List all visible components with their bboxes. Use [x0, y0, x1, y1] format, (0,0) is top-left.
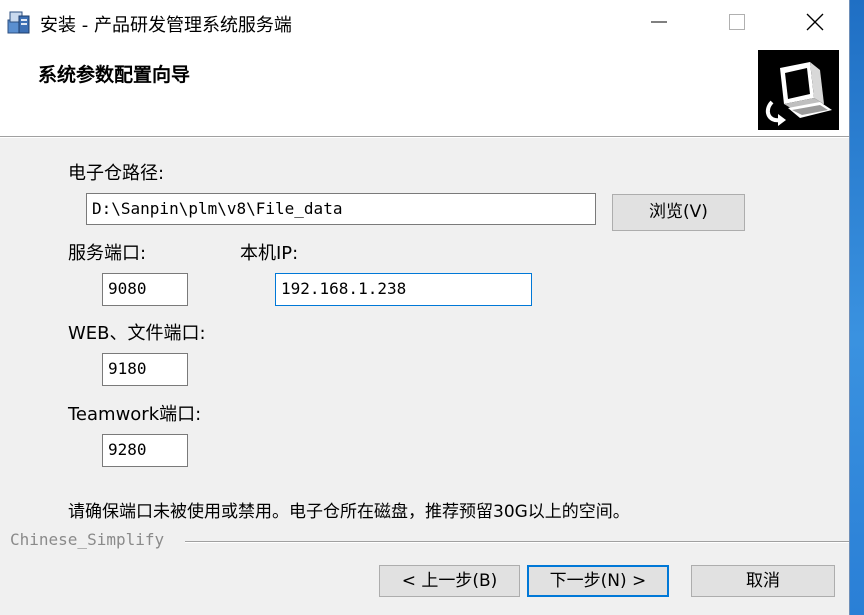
installer-window: 安装 - 产品研发管理系统服务端 系统参数配置向导 电子仓路径: D:\Sanp… — [0, 0, 850, 615]
cancel-button[interactable]: 取消 — [691, 565, 835, 597]
local-ip-input[interactable]: 192.168.1.238 — [275, 273, 532, 306]
close-icon — [806, 13, 824, 31]
divider-line — [185, 541, 849, 543]
vault-path-input[interactable]: D:\Sanpin\plm\v8\File_data — [86, 193, 596, 225]
service-port-input[interactable]: 9080 — [102, 273, 188, 306]
back-button[interactable]: < 上一步(B) — [379, 565, 520, 597]
window-title: 安装 - 产品研发管理系统服务端 — [40, 15, 292, 36]
wizard-header: 系统参数配置向导 — [0, 44, 849, 136]
service-port-label: 服务端口: — [68, 243, 147, 264]
port-disk-notice: 请确保端口未被使用或禁用。电子仓所在磁盘，推荐预留30G以上的空间。 — [68, 502, 630, 522]
minimize-button[interactable] — [630, 0, 688, 44]
web-port-label: WEB、文件端口: — [68, 323, 206, 344]
maximize-button[interactable] — [708, 0, 766, 44]
maximize-icon — [729, 14, 745, 30]
vault-path-label: 电子仓路径: — [68, 163, 165, 184]
close-button[interactable] — [786, 0, 844, 44]
desktop-background — [850, 0, 864, 615]
page-title: 系统参数配置向导 — [38, 64, 191, 86]
language-divider: Chinese_Simplify — [0, 530, 849, 550]
teamwork-port-label: Teamwork端口: — [68, 404, 202, 425]
computer-install-icon — [758, 50, 839, 130]
next-button[interactable]: 下一步(N) > — [527, 565, 669, 597]
web-port-input[interactable]: 9180 — [102, 353, 188, 386]
title-bar[interactable]: 安装 - 产品研发管理系统服务端 — [0, 0, 849, 44]
language-label: Chinese_Simplify — [10, 530, 173, 549]
local-ip-label: 本机IP: — [240, 243, 299, 264]
minimize-icon — [651, 21, 667, 23]
installer-icon — [6, 8, 34, 36]
header-separator — [0, 136, 849, 138]
teamwork-port-input[interactable]: 9280 — [102, 434, 188, 467]
browse-button[interactable]: 浏览(V) — [612, 194, 745, 231]
